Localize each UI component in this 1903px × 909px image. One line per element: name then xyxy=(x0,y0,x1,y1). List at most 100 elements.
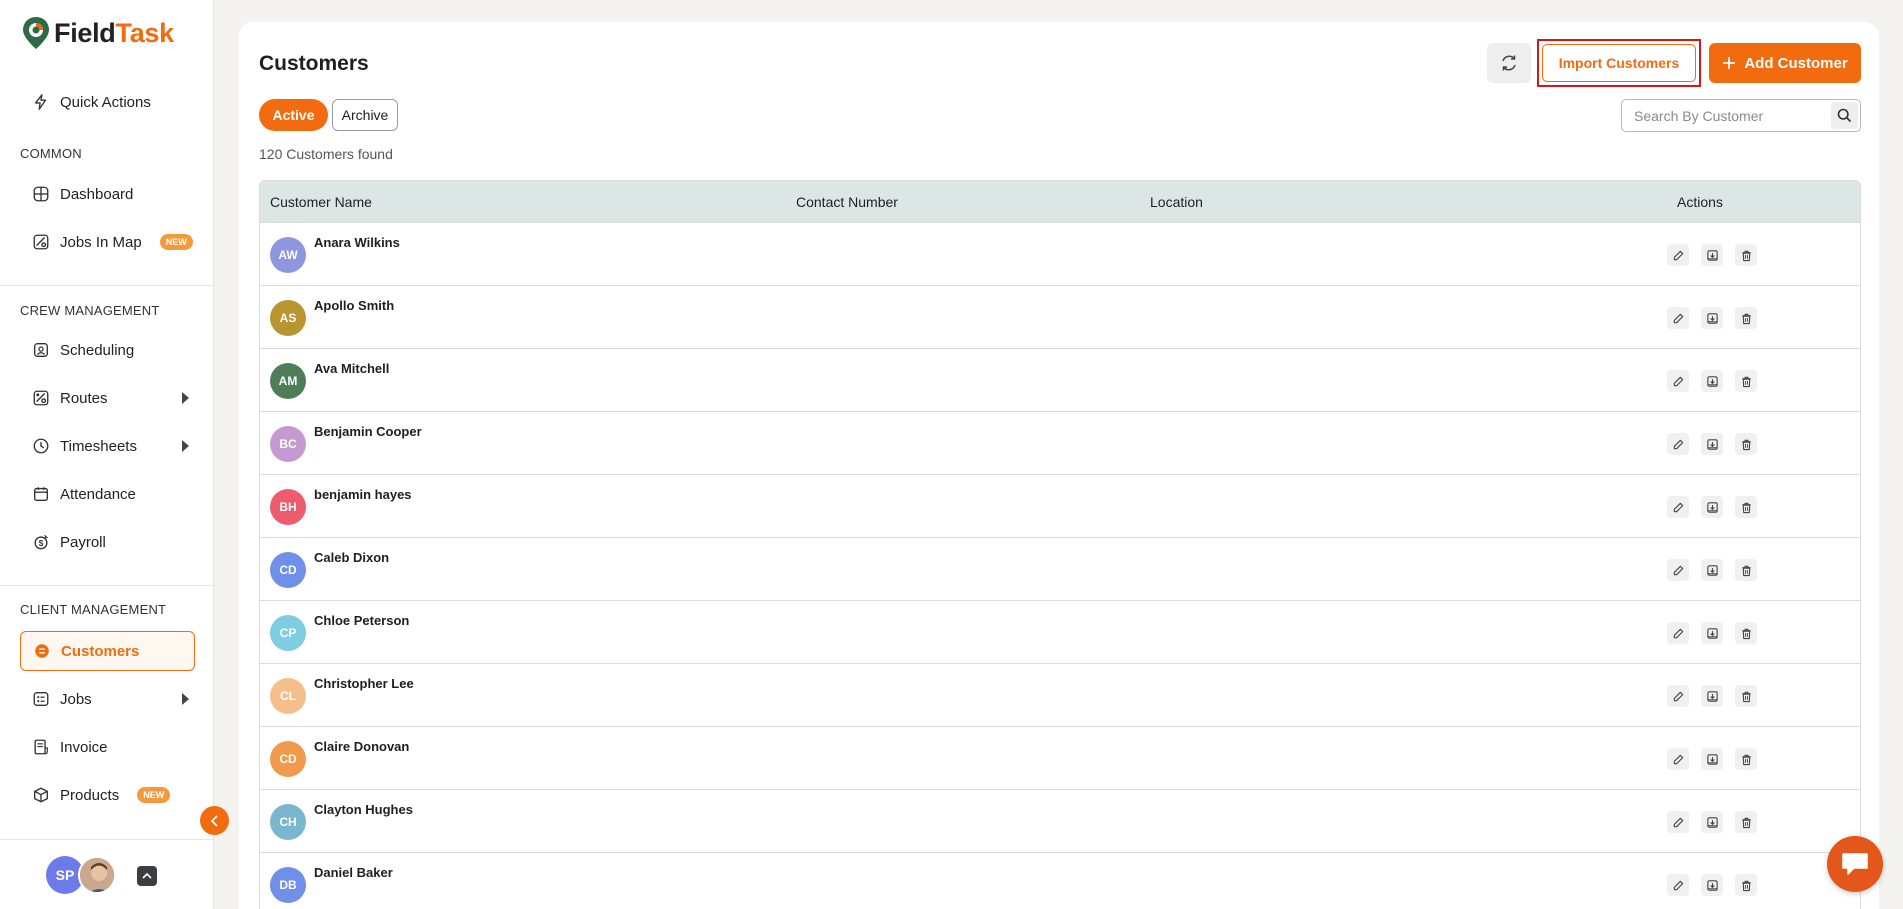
trash-icon[interactable] xyxy=(1735,559,1757,581)
add-customer-button[interactable]: Add Customer xyxy=(1709,43,1861,83)
customer-name[interactable]: Daniel Baker xyxy=(314,865,393,880)
archive-icon[interactable] xyxy=(1701,622,1723,644)
sidebar-item-label: Jobs In Map xyxy=(60,233,142,251)
trash-icon[interactable] xyxy=(1735,811,1757,833)
customer-avatar: DB xyxy=(270,867,306,903)
trash-icon[interactable] xyxy=(1735,622,1757,644)
customer-name[interactable]: Caleb Dixon xyxy=(314,550,389,565)
archive-icon[interactable] xyxy=(1701,433,1723,455)
column-header-name[interactable]: Customer Name xyxy=(270,194,372,210)
sidebar-item-scheduling[interactable]: Scheduling xyxy=(20,330,195,370)
invoice-icon xyxy=(34,739,48,755)
trash-icon[interactable] xyxy=(1735,874,1757,896)
trash-icon[interactable] xyxy=(1735,748,1757,770)
sidebar-item-timesheets[interactable]: Timesheets xyxy=(20,426,195,466)
sidebar-item-invoice[interactable]: Invoice xyxy=(20,727,195,767)
person-photo-icon xyxy=(80,858,114,892)
sidebar-item-dashboard[interactable]: Dashboard xyxy=(20,174,195,214)
edit-icon[interactable] xyxy=(1667,496,1689,518)
customer-name[interactable]: Anara Wilkins xyxy=(314,235,400,250)
refresh-button[interactable] xyxy=(1487,43,1531,83)
chat-icon xyxy=(1842,853,1868,875)
trash-icon[interactable] xyxy=(1735,307,1757,329)
archive-icon[interactable] xyxy=(1701,874,1723,896)
sidebar-item-jobs-in-map[interactable]: Jobs In Map NEW xyxy=(20,222,195,262)
table-row[interactable]: BH benjamin hayes xyxy=(260,474,1860,537)
app-logo[interactable]: FieldTask xyxy=(22,16,174,50)
archive-icon[interactable] xyxy=(1701,496,1723,518)
archive-icon[interactable] xyxy=(1701,307,1723,329)
sidebar: FieldTask Quick Actions COMMON Dashboard… xyxy=(0,0,214,909)
caret-right-icon xyxy=(182,440,189,452)
customer-name[interactable]: Benjamin Cooper xyxy=(314,424,422,439)
edit-icon[interactable] xyxy=(1667,811,1689,833)
customer-name[interactable]: Chloe Peterson xyxy=(314,613,409,628)
table-row[interactable]: CP Chloe Peterson xyxy=(260,600,1860,663)
table-row[interactable]: AW Anara Wilkins xyxy=(260,222,1860,285)
refresh-icon xyxy=(1502,55,1516,71)
sidebar-item-routes[interactable]: Routes xyxy=(20,378,195,418)
sidebar-item-products[interactable]: Products NEW xyxy=(20,775,195,815)
archive-icon[interactable] xyxy=(1701,748,1723,770)
sidebar-item-label: Payroll xyxy=(60,533,106,551)
chat-support-button[interactable] xyxy=(1827,836,1883,892)
archive-icon[interactable] xyxy=(1701,811,1723,833)
customer-name[interactable]: Ava Mitchell xyxy=(314,361,389,376)
edit-icon[interactable] xyxy=(1667,559,1689,581)
sidebar-item-customers[interactable]: Customers xyxy=(20,631,195,671)
customer-name[interactable]: benjamin hayes xyxy=(314,487,412,502)
trash-icon[interactable] xyxy=(1735,244,1757,266)
section-title-crew: CREW MANAGEMENT xyxy=(20,303,160,318)
sidebar-item-attendance[interactable]: Attendance xyxy=(20,474,195,514)
customer-name[interactable]: Clayton Hughes xyxy=(314,802,413,817)
edit-icon[interactable] xyxy=(1667,307,1689,329)
collapse-sidebar-button[interactable] xyxy=(200,806,229,835)
column-header-location[interactable]: Location xyxy=(1150,194,1203,210)
edit-icon[interactable] xyxy=(1667,370,1689,392)
edit-icon[interactable] xyxy=(1667,433,1689,455)
archive-icon[interactable] xyxy=(1701,685,1723,707)
table-row[interactable]: CL Christopher Lee xyxy=(260,663,1860,726)
customers-table: Customer Name Contact Number Location Ac… xyxy=(259,180,1861,909)
tab-active[interactable]: Active xyxy=(259,99,328,131)
search-button[interactable] xyxy=(1831,102,1858,129)
logo-text-field: Field xyxy=(54,17,116,48)
expand-menu-icon[interactable] xyxy=(137,866,157,886)
table-row[interactable]: BC Benjamin Cooper xyxy=(260,411,1860,474)
sidebar-item-payroll[interactable]: $ Payroll xyxy=(20,522,195,562)
archive-icon[interactable] xyxy=(1701,559,1723,581)
jobs-icon xyxy=(33,692,49,706)
customer-name[interactable]: Apollo Smith xyxy=(314,298,394,313)
trash-icon[interactable] xyxy=(1735,370,1757,392)
table-row[interactable]: DB Daniel Baker xyxy=(260,852,1860,909)
archive-icon[interactable] xyxy=(1701,244,1723,266)
edit-icon[interactable] xyxy=(1667,685,1689,707)
sidebar-divider xyxy=(0,585,214,586)
box-icon xyxy=(34,787,48,803)
trash-icon[interactable] xyxy=(1735,433,1757,455)
sidebar-item-label: Customers xyxy=(61,642,140,660)
table-row[interactable]: CH Clayton Hughes xyxy=(260,789,1860,852)
table-row[interactable]: AS Apollo Smith xyxy=(260,285,1860,348)
customer-name[interactable]: Claire Donovan xyxy=(314,739,409,754)
trash-icon[interactable] xyxy=(1735,685,1757,707)
customer-name[interactable]: Christopher Lee xyxy=(314,676,414,691)
sidebar-item-label: Attendance xyxy=(60,485,136,503)
tab-archive[interactable]: Archive xyxy=(332,99,398,131)
search-input[interactable] xyxy=(1622,107,1822,124)
user-photo-avatar[interactable] xyxy=(78,856,116,894)
edit-icon[interactable] xyxy=(1667,874,1689,896)
sidebar-item-jobs[interactable]: Jobs xyxy=(20,679,195,719)
archive-icon[interactable] xyxy=(1701,370,1723,392)
column-header-contact[interactable]: Contact Number xyxy=(796,194,898,210)
sidebar-item-quick-actions[interactable]: Quick Actions xyxy=(20,82,195,122)
table-row[interactable]: AM Ava Mitchell xyxy=(260,348,1860,411)
table-row[interactable]: CD Caleb Dixon xyxy=(260,537,1860,600)
import-customers-button[interactable]: Import Customers xyxy=(1542,44,1696,82)
edit-icon[interactable] xyxy=(1667,244,1689,266)
edit-icon[interactable] xyxy=(1667,748,1689,770)
section-title-client: CLIENT MANAGEMENT xyxy=(20,602,167,617)
trash-icon[interactable] xyxy=(1735,496,1757,518)
table-row[interactable]: CD Claire Donovan xyxy=(260,726,1860,789)
edit-icon[interactable] xyxy=(1667,622,1689,644)
